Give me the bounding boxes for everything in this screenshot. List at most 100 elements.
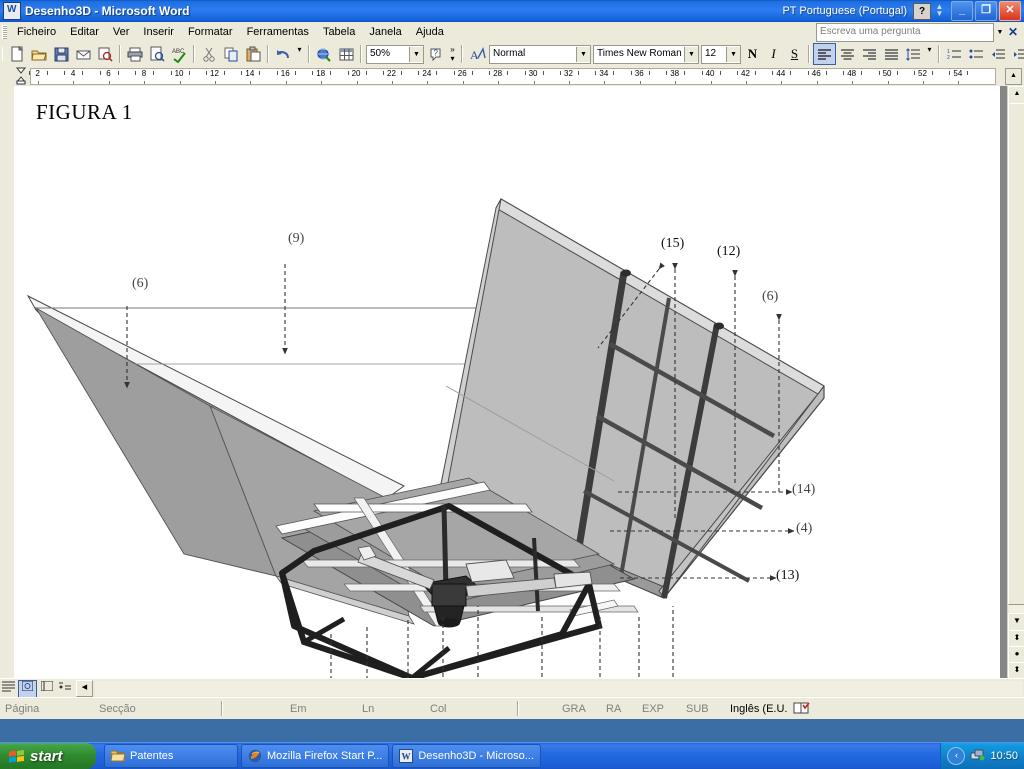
technical-drawing-figure[interactable]: FIGURA 1 (9) (6) (15) (12) (6) (14) (4) … (14, 86, 1000, 678)
open-folder-icon[interactable] (28, 44, 50, 65)
zoom-dropdown-icon[interactable]: ▼ (409, 46, 423, 62)
next-page-icon[interactable]: ⬍ (1008, 662, 1024, 678)
zoom-combo[interactable]: 50% ▼ (366, 44, 424, 64)
line-spacing-dropdown-icon[interactable]: ▾ (924, 43, 935, 65)
ruler-tick-lower (356, 81, 358, 84)
scroll-up-arrow-icon[interactable]: ▲ (1008, 86, 1024, 104)
italic-button[interactable]: I (763, 44, 784, 64)
vertical-scrollbar[interactable]: ▲ ▼ ⬍ ● ⬍ (1007, 86, 1024, 678)
align-left-icon[interactable] (813, 43, 836, 65)
align-center-icon[interactable] (836, 44, 858, 65)
help-toolbar-icon[interactable]: ? (425, 44, 447, 65)
horizontal-scroll-track[interactable] (95, 681, 1022, 696)
paste-icon[interactable] (242, 44, 264, 65)
ruler-number: 32 (564, 69, 573, 78)
show-hidden-icons-chevron-icon[interactable]: ‹ (947, 747, 966, 765)
menu-formatar[interactable]: Formatar (181, 24, 240, 40)
email-icon[interactable] (72, 44, 94, 65)
ruler-tick-lower (569, 81, 570, 84)
taskbar-item-firefox[interactable]: Mozilla Firefox Start P... (241, 744, 390, 768)
clock[interactable]: 10:50 (990, 750, 1018, 762)
numbered-list-icon[interactable]: 12 (943, 44, 965, 65)
start-button[interactable]: start (0, 743, 96, 769)
vertical-ruler[interactable] (0, 86, 14, 678)
menu-ferramentas[interactable]: Ferramentas (240, 24, 316, 40)
menu-ajuda[interactable]: Ajuda (409, 24, 451, 40)
close-askbox-icon[interactable]: ✕ (1006, 24, 1020, 41)
document-page[interactable]: FIGURA 1 (9) (6) (15) (12) (6) (14) (4) … (14, 86, 1000, 678)
menu-tabela[interactable]: Tabela (316, 24, 362, 40)
menu-editar[interactable]: Editar (63, 24, 106, 40)
ruler-tick (99, 71, 101, 75)
font-dropdown-icon[interactable]: ▼ (684, 46, 698, 62)
standard-toolbar-overflow-icon[interactable]: » ▾ (447, 43, 458, 65)
search-icon[interactable] (94, 44, 116, 65)
new-document-icon[interactable] (6, 44, 28, 65)
restore-button[interactable]: ❐ (975, 1, 997, 21)
font-value: Times New Roman (597, 48, 682, 59)
scroll-left-arrow-icon[interactable]: ◀ (76, 680, 93, 697)
document-area: FIGURA 1 (9) (6) (15) (12) (6) (14) (4) … (0, 86, 1024, 678)
web-layout-view-icon[interactable] (18, 679, 37, 698)
menu-inserir[interactable]: Inserir (136, 24, 181, 40)
close-button[interactable]: ✕ (999, 1, 1021, 21)
align-right-icon[interactable] (858, 44, 880, 65)
font-size-dropdown-icon[interactable]: ▼ (726, 46, 740, 62)
horizontal-ruler[interactable]: 2 4 6 8 10 12 14 16 18 20 22 24 26 28 30 32 34 36 38 40 42 44… (0, 66, 1024, 87)
outline-view-icon[interactable] (56, 681, 73, 697)
print-icon[interactable] (124, 44, 146, 65)
styles-and-formatting-icon[interactable]: A (466, 44, 488, 65)
bold-button[interactable]: N (742, 44, 763, 64)
style-dropdown-icon[interactable]: ▼ (576, 46, 590, 62)
font-size-combo[interactable]: 12 ▼ (701, 44, 741, 64)
decrease-indent-icon[interactable] (987, 44, 1009, 65)
ruler-tick (135, 71, 137, 75)
tab-stop-selector-icon[interactable] (14, 67, 28, 85)
copy-icon[interactable] (220, 44, 242, 65)
ruler-tick (224, 71, 225, 75)
status-sub[interactable]: SUB (681, 703, 725, 715)
taskbar-item-word[interactable]: W Desenho3D - Microso... (392, 744, 541, 768)
style-combo[interactable]: Normal ▼ (489, 44, 591, 64)
insert-table-icon[interactable] (335, 44, 357, 65)
minimize-button[interactable]: _ (951, 1, 973, 21)
standard-toolbar-grip[interactable] (2, 47, 3, 61)
spellcheck-icon[interactable]: ABC (168, 44, 190, 65)
status-ra[interactable]: RA (601, 703, 637, 715)
scroll-down-arrow-icon[interactable]: ▼ (1008, 613, 1024, 631)
ruler-tick (949, 71, 951, 75)
print-preview-icon[interactable] (146, 44, 168, 65)
increase-indent-icon[interactable] (1009, 44, 1024, 65)
cut-icon[interactable] (198, 44, 220, 65)
scroll-up-button[interactable]: ▲ (1005, 68, 1022, 85)
language-indicator[interactable]: PT Portuguese (Portugal) (782, 5, 907, 17)
ask-a-question-box[interactable]: Escreva uma pergunta ▼ ✕ (816, 22, 1020, 42)
hyperlink-icon[interactable] (313, 44, 335, 65)
status-language[interactable]: Inglês (E.U. (725, 703, 792, 715)
language-spinner-icon[interactable]: ▲ ▼ (935, 3, 944, 19)
underline-button[interactable]: S (784, 44, 805, 64)
font-combo[interactable]: Times New Roman ▼ (593, 44, 699, 64)
status-gra[interactable]: GRA (557, 703, 601, 715)
save-icon[interactable] (50, 44, 72, 65)
taskbar-item-patentes[interactable]: Patentes (104, 744, 238, 768)
ask-a-question-input[interactable]: Escreva uma pergunta (816, 22, 994, 42)
menu-grip-handle[interactable] (2, 25, 7, 39)
menu-janela[interactable]: Janela (362, 24, 408, 40)
justify-icon[interactable] (880, 44, 902, 65)
undo-icon[interactable] (272, 44, 294, 65)
menu-ficheiro[interactable]: Ficheiro (10, 24, 63, 40)
help-button[interactable]: ? (913, 2, 931, 20)
line-spacing-icon[interactable] (902, 44, 924, 65)
bulleted-list-icon[interactable] (965, 44, 987, 65)
network-icon[interactable] (970, 748, 985, 765)
normal-view-icon[interactable] (0, 681, 17, 697)
status-exp[interactable]: EXP (637, 703, 681, 715)
undo-dropdown-icon[interactable]: ▾ (294, 43, 305, 65)
print-layout-view-icon[interactable] (38, 680, 55, 697)
chevron-down-icon[interactable]: ▼ (994, 24, 1006, 41)
vertical-scroll-thumb[interactable] (1008, 103, 1024, 605)
ruler-tick-lower (781, 81, 783, 84)
spell-check-status-icon[interactable] (792, 701, 812, 716)
menu-ver[interactable]: Ver (106, 24, 137, 40)
